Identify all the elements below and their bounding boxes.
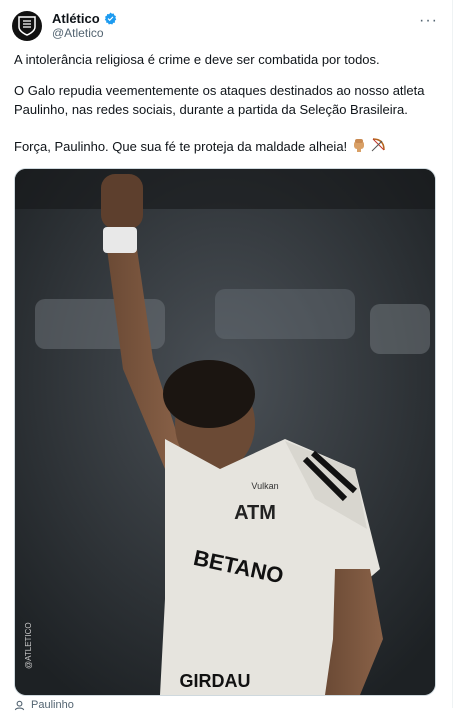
tweet-paragraph-3-text: Força, Paulinho. Que sua fé te proteja d…: [14, 139, 348, 154]
tweet-paragraph-2: O Galo repudia veementemente os ataques …: [14, 83, 425, 117]
tweet-paragraph-3: Força, Paulinho. Que sua fé te proteja d…: [14, 137, 438, 158]
tweet-text: A intolerância religiosa é crime e deve …: [14, 50, 438, 170]
tweet-photo[interactable]: ATM BETANO Vulkan GIRDAU @ATLETICO: [14, 168, 436, 696]
tagged-people[interactable]: Paulinho: [14, 699, 74, 711]
tweet-header: Atlético @Atletico ···: [12, 8, 440, 44]
tweet-paragraph-1: A intolerância religiosa é crime e deve …: [14, 52, 380, 67]
account-avatar[interactable]: [12, 11, 42, 41]
lower-sponsor-text: GIRDAU: [180, 671, 251, 691]
player-photo: ATM BETANO Vulkan GIRDAU @ATLETICO: [15, 169, 435, 695]
bow-and-arrow-icon: [370, 137, 386, 158]
shirt-small-text: Vulkan: [251, 481, 278, 491]
verified-badge-icon: [104, 12, 117, 25]
tweet-card: Atlético @Atletico ··· A intolerância re…: [0, 0, 453, 711]
tagged-name: Paulinho: [31, 699, 74, 711]
side-handle-text: @ATLETICO: [24, 622, 33, 669]
account-name[interactable]: Atlético: [52, 11, 100, 26]
crest-icon: [18, 16, 36, 36]
account-handle[interactable]: @Atletico: [52, 26, 117, 41]
account-names: Atlético @Atletico: [52, 11, 117, 41]
raised-fist-icon: [351, 137, 367, 158]
sponsor-text: ATM: [234, 502, 276, 524]
person-icon: [14, 700, 25, 711]
more-options-button[interactable]: ···: [419, 12, 438, 30]
